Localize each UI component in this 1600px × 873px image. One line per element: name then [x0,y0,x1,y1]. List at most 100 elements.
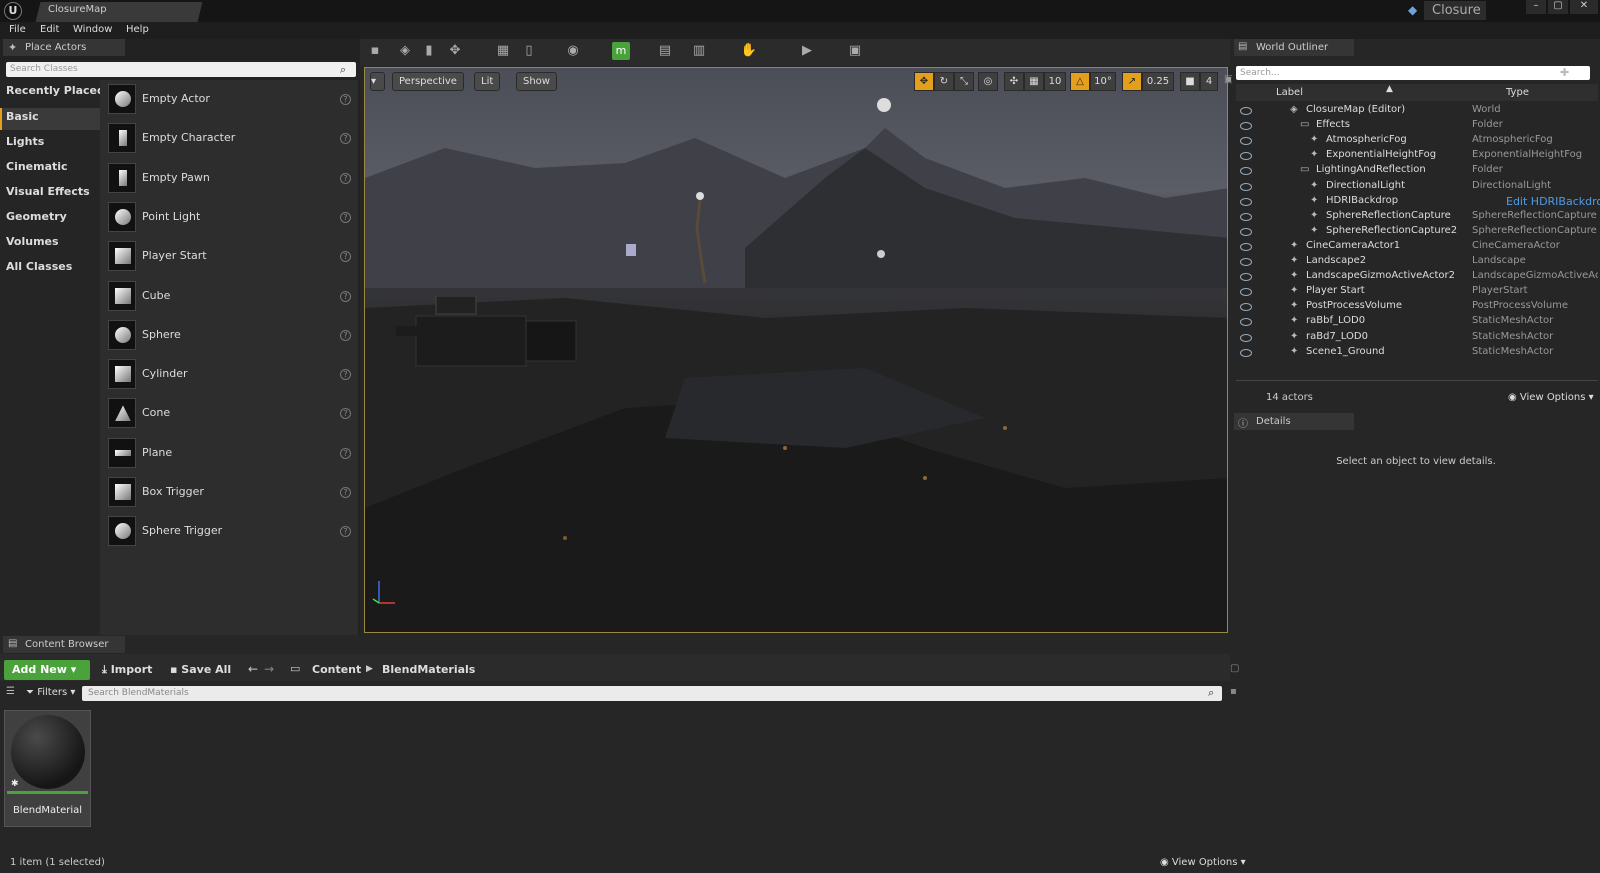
unreal-logo-icon[interactable]: U [4,2,22,20]
cone-icon[interactable] [108,398,136,429]
column-type[interactable]: Type [1506,87,1529,98]
box-trigger-icon[interactable] [108,477,136,507]
play-icon[interactable]: ▶ [798,42,816,60]
scale-snap-icon[interactable]: ↗ [1122,72,1142,91]
lit-button[interactable]: Lit [474,72,501,91]
category-visual-effects[interactable]: Visual Effects [6,185,90,198]
empty-character-icon[interactable] [108,123,136,154]
reflection-capture-actor[interactable] [877,250,885,258]
actor-item-sphere[interactable]: Sphere [142,328,181,341]
outliner-row-label[interactable]: SphereReflectionCapture [1326,210,1451,221]
outliner-row-label[interactable]: ExponentialHeightFog [1326,149,1436,160]
scale-snap-value[interactable]: 0.25 [1142,72,1174,91]
cine-camera-actor[interactable] [396,296,586,376]
outliner-search-input[interactable]: Search... [1236,66,1590,80]
actor-item-plane[interactable]: Plane [142,446,172,459]
content-browser-tab[interactable]: Content Browser [3,636,125,653]
forward-arrow-icon[interactable]: → [264,662,274,676]
outliner-row-label[interactable]: Scene1_Ground [1306,346,1385,357]
help-icon[interactable]: ? [340,447,351,459]
player-start-icon[interactable] [108,241,136,272]
launch-icon[interactable]: ✋ [740,42,758,60]
column-label[interactable]: Label [1276,87,1303,98]
show-button[interactable]: Show [516,72,557,91]
back-arrow-icon[interactable]: ← [248,662,258,676]
visibility-eye-icon[interactable] [1240,333,1252,342]
category-cinematic[interactable]: Cinematic [6,160,68,173]
menu-help[interactable]: Help [126,24,149,35]
search-icon[interactable]: ⌕ [340,63,346,77]
help-icon[interactable]: ? [340,172,351,184]
category-lights[interactable]: Lights [6,135,44,148]
compile-icon[interactable]: ▥ [690,42,708,60]
perspective-button[interactable]: Perspective [392,72,464,91]
outliner-row-label[interactable]: Landscape2 [1306,255,1366,266]
category-geometry[interactable]: Geometry [6,210,67,223]
search-icon[interactable]: ⌕ [1208,686,1214,700]
world-space-icon[interactable]: ◎ [978,72,998,91]
settings-icon[interactable]: ▦ [494,42,512,60]
blueprints-icon[interactable]: ▯ [520,42,538,60]
content-view-options[interactable]: ◉ View Options ▾ [1160,857,1246,868]
visibility-eye-icon[interactable] [1240,348,1252,357]
outliner-row-label[interactable]: ClosureMap (Editor) [1306,104,1405,115]
menu-file[interactable]: File [9,24,26,35]
outliner-view-options[interactable]: ◉ View Options ▾ [1508,392,1594,403]
launch-device-icon[interactable]: ▣ [846,42,864,60]
plane-icon[interactable] [108,437,136,468]
maximize-button[interactable]: ▢ [1548,0,1568,14]
world-outliner-tab[interactable]: World Outliner [1234,39,1354,56]
build-icon[interactable]: ▤ [656,42,674,60]
category-basic[interactable]: Basic [6,110,39,123]
details-tab[interactable]: Details [1234,413,1354,430]
save-search-icon[interactable]: ▪ [1230,686,1237,697]
outliner-row-label[interactable]: PostProcessVolume [1306,300,1402,311]
actor-item-empty-character[interactable]: Empty Character [142,131,235,144]
category-volumes[interactable]: Volumes [6,235,59,248]
player-start-actor[interactable] [620,238,644,262]
category-all-classes[interactable]: All Classes [6,260,72,273]
modes-icon[interactable]: ✥ [446,42,464,60]
rotation-snap-icon[interactable]: △ [1070,72,1090,91]
actor-item-cube[interactable]: Cube [142,289,170,302]
menu-edit[interactable]: Edit [40,24,59,35]
actor-item-empty-actor[interactable]: Empty Actor [142,92,210,105]
sphere-icon[interactable] [108,319,136,350]
close-button[interactable]: ✕ [1570,0,1598,14]
cube-icon[interactable] [108,280,136,311]
outliner-row-label[interactable]: Effects [1316,119,1350,130]
actor-item-sphere-trigger[interactable]: Sphere Trigger [142,524,222,537]
cinematics-icon[interactable]: ◉ [564,42,582,60]
point-light-icon[interactable] [108,201,136,232]
rotation-snap-value[interactable]: 10° [1090,72,1116,91]
camera-speed-icon[interactable]: ■ [1180,72,1200,91]
sky-light-actor[interactable] [877,98,891,112]
breadcrumb-blendmaterials[interactable]: BlendMaterials [382,663,475,676]
actor-item-cone[interactable]: Cone [142,406,170,419]
rotate-icon[interactable]: ↻ [934,72,954,91]
save-icon[interactable]: ▪ [366,42,384,60]
actor-item-player-start[interactable]: Player Start [142,249,207,262]
content-search-input[interactable]: Search BlendMaterials [82,686,1222,701]
help-icon[interactable]: ? [340,487,351,498]
outliner-row-label[interactable]: raBd7_LOD0 [1306,331,1368,342]
grid-snap-icon[interactable]: ▦ [1024,72,1044,91]
directional-light-actor[interactable] [685,188,715,288]
category-recently-placed[interactable]: Recently Placed [6,84,105,97]
sphere-trigger-icon[interactable] [108,516,136,547]
place-actors-tab[interactable]: Place Actors [3,39,125,56]
minimize-button[interactable]: – [1526,0,1546,14]
visibility-eye-icon[interactable] [1240,107,1252,115]
actor-item-point-light[interactable]: Point Light [142,210,200,223]
visibility-eye-icon[interactable] [1240,212,1252,221]
source-control-icon[interactable]: ◈ [396,42,414,60]
actor-item-box-trigger[interactable]: Box Trigger [142,485,204,498]
translate-icon[interactable]: ✥ [914,72,934,91]
empty-pawn-icon[interactable] [108,162,136,193]
add-actor-icon[interactable]: ✚ [1560,66,1569,79]
empty-actor-icon[interactable] [108,84,136,114]
add-new-button[interactable]: Add New ▾ [4,660,90,680]
outliner-row-label[interactable]: LightingAndReflection [1316,164,1426,175]
help-icon[interactable]: ? [340,211,351,223]
lock-icon[interactable]: ▢ [1230,663,1239,674]
